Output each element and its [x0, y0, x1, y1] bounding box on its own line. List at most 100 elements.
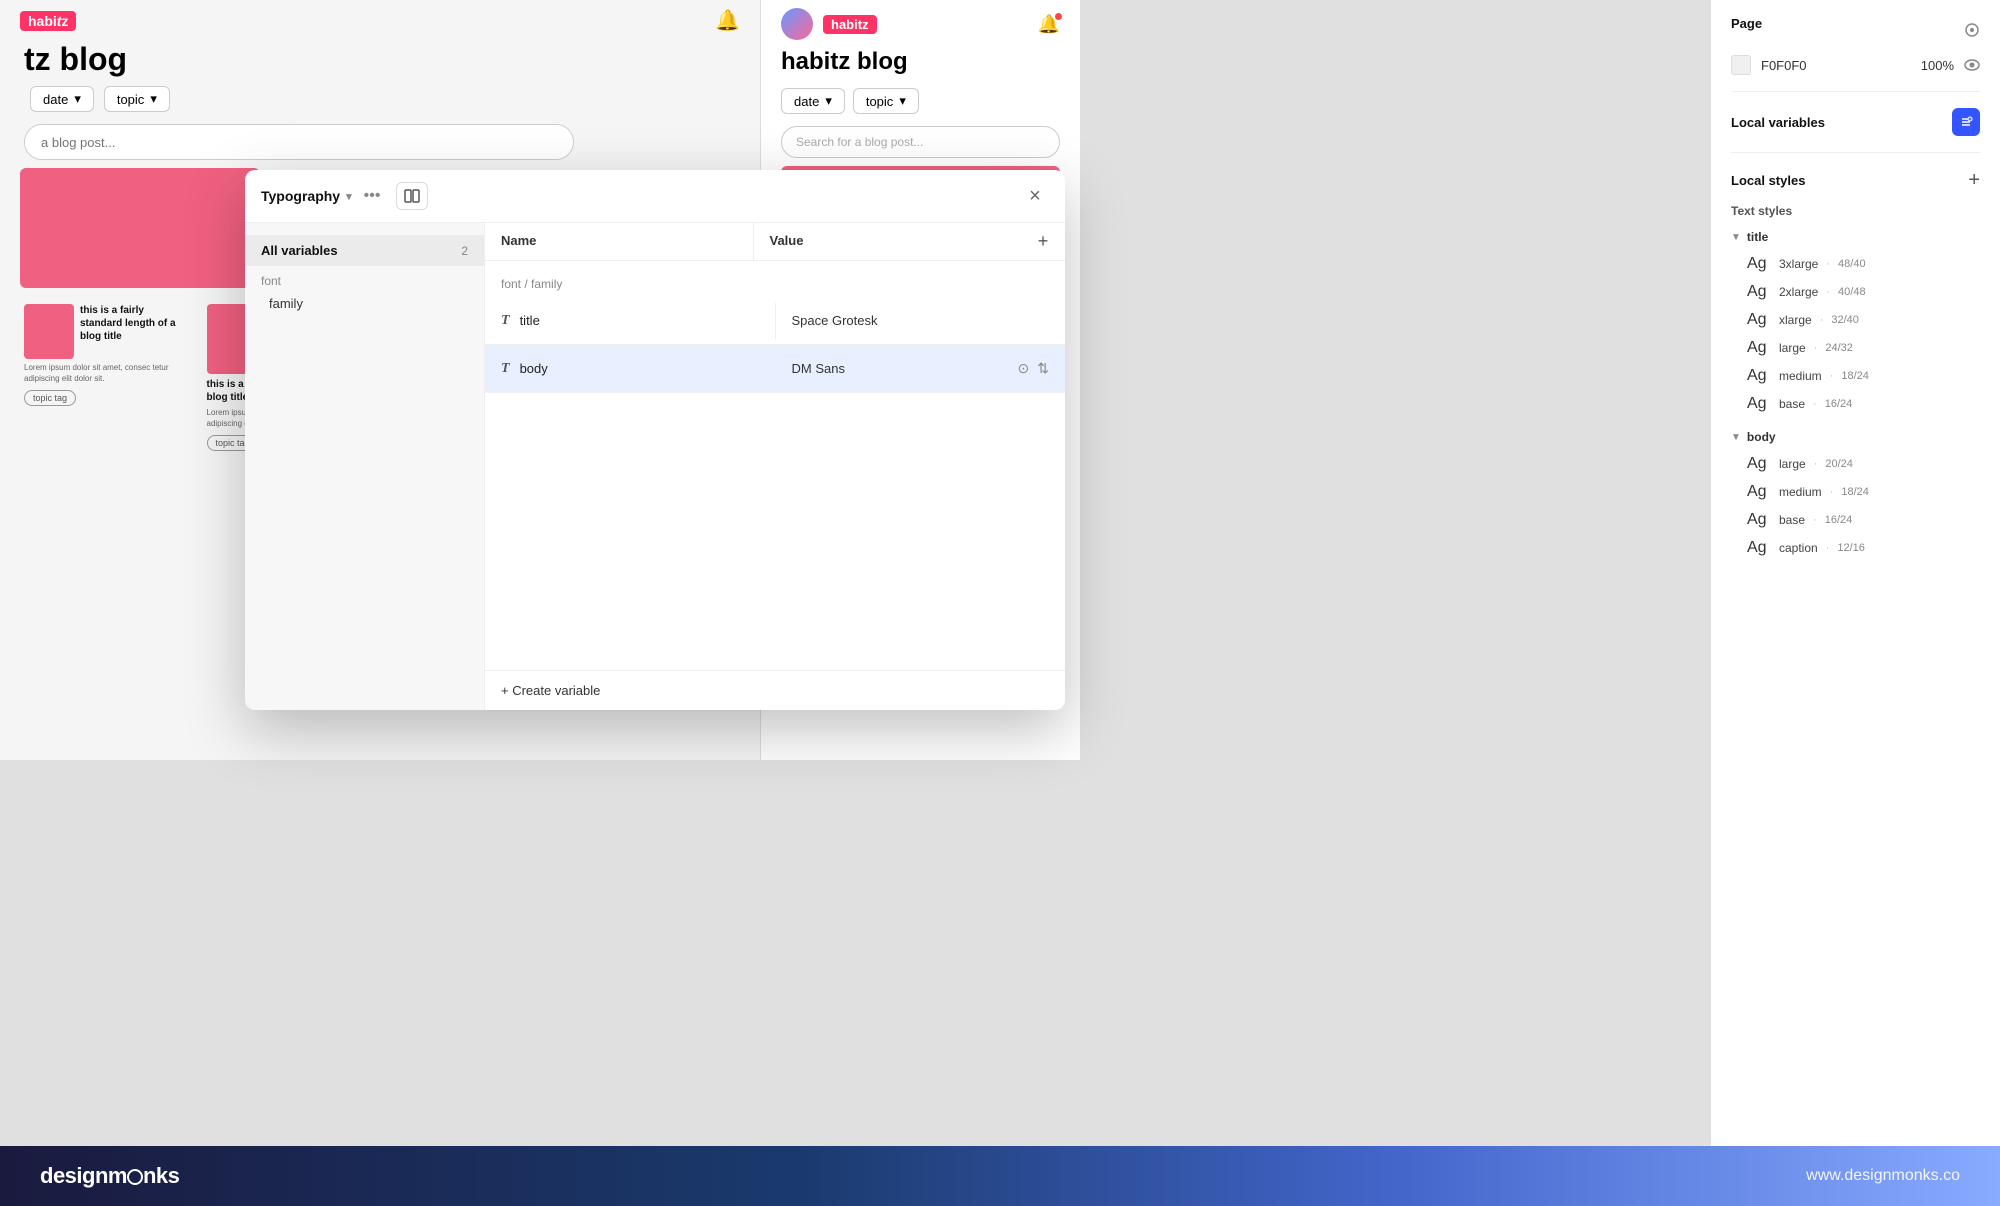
table-row-title[interactable]: T title Space Grotesk [485, 297, 1065, 345]
category-body[interactable]: ▼ body [1731, 426, 1980, 448]
left-top-bar: habitz 🔔 [0, 0, 760, 37]
modal-menu-dots[interactable]: ••• [364, 187, 381, 205]
style-large-title[interactable]: Ag large · 24/32 [1731, 334, 1980, 362]
ag-preview-medium-body: Ag [1747, 483, 1771, 501]
color-hex-label: F0F0F0 [1761, 58, 1807, 73]
style-value-large-title: 24/32 [1825, 342, 1853, 354]
chevron-body: ▼ [1731, 432, 1741, 443]
modal-sidebar: All variables 2 font family [245, 223, 485, 710]
search-bar-right[interactable]: Search for a blog post... [781, 126, 1060, 158]
card-image-1 [24, 304, 74, 359]
group-header-font-family: font / family [485, 261, 1065, 297]
style-label-caption-body: caption [1779, 541, 1818, 555]
style-medium-body[interactable]: Ag medium · 18/24 [1731, 478, 1980, 506]
divider-2 [1731, 152, 1980, 153]
page-settings-icon[interactable] [1964, 22, 1980, 38]
style-value-medium-body: 18/24 [1841, 486, 1869, 498]
style-base-title[interactable]: Ag base · 16/24 [1731, 390, 1980, 418]
ag-preview-large-body: Ag [1747, 455, 1771, 473]
ag-preview-2xlarge: Ag [1747, 283, 1771, 301]
style-3xlarge[interactable]: Ag 3xlarge · 48/40 [1731, 250, 1980, 278]
category-title-label: title [1747, 230, 1768, 244]
style-label-large-body: large [1779, 457, 1806, 471]
blog-title-right: habitz blog [761, 44, 1080, 84]
color-swatch[interactable] [1731, 55, 1751, 75]
style-label-xlarge: xlarge [1779, 313, 1812, 327]
style-2xlarge[interactable]: Ag 2xlarge · 40/48 [1731, 278, 1980, 306]
type-icon-body: T [501, 361, 510, 377]
row-settings-icon[interactable]: ⇅ [1037, 360, 1049, 377]
category-title[interactable]: ▼ title [1731, 226, 1980, 248]
ag-preview-caption-body: Ag [1747, 539, 1771, 557]
style-medium-title[interactable]: Ag medium · 18/24 [1731, 362, 1980, 390]
text-styles-section: Text styles [1731, 204, 1980, 218]
style-large-body[interactable]: Ag large · 20/24 [1731, 450, 1980, 478]
date-filter-right[interactable]: date ▾ [781, 88, 845, 114]
avatar-right [781, 8, 813, 40]
modal-title: Typography ▾ [261, 188, 352, 204]
date-filter-left[interactable]: date ▾ [30, 86, 94, 112]
style-value-caption-body: 12/16 [1837, 542, 1865, 554]
search-bar-left[interactable] [24, 124, 574, 160]
blog-card-1: this is a fairly standard length of a bl… [16, 296, 197, 459]
designmonks-url: www.designmonks.co [1806, 1167, 1960, 1185]
local-styles-title: Local styles [1731, 173, 1805, 188]
modal-layout-icon[interactable] [396, 182, 428, 210]
add-variable-button[interactable]: + [1021, 223, 1065, 260]
row-value-body: DM Sans ⊙ ⇅ [776, 350, 1066, 387]
page-label: Page [1731, 16, 1762, 31]
style-label-3xlarge: 3xlarge [1779, 257, 1818, 271]
modal-close-button[interactable]: × [1021, 182, 1049, 210]
style-value-large-body: 20/24 [1825, 458, 1853, 470]
modal-body: All variables 2 font family Name Value + [245, 223, 1065, 710]
canvas-background: habitz 🔔 tz blog date ▾ topic ▾ this is … [0, 0, 2000, 1146]
table-header: Name Value + [485, 223, 1065, 261]
table-body: font / family T title Space Grotesk [485, 261, 1065, 670]
bell-icon-left: 🔔 [715, 8, 740, 33]
filters-right: date ▾ topic ▾ [761, 84, 1080, 118]
sidebar-all-variables[interactable]: All variables 2 [245, 235, 484, 266]
page-section-header: Page [1731, 16, 1980, 43]
ag-preview-xlarge: Ag [1747, 311, 1771, 329]
style-base-body[interactable]: Ag base · 16/24 [1731, 506, 1980, 534]
topic-filter-right[interactable]: topic ▾ [853, 88, 919, 114]
style-value-2xlarge: 40/48 [1838, 286, 1866, 298]
filters-left: date ▾ topic ▾ [0, 82, 760, 116]
ag-preview-base-body: Ag [1747, 511, 1771, 529]
local-variables-title: Local variables [1731, 115, 1825, 130]
sidebar-subitem-family[interactable]: family [245, 290, 484, 317]
create-variable-button[interactable]: + Create variable [501, 683, 600, 698]
row-value-title: Space Grotesk [776, 303, 1066, 338]
style-value-3xlarge: 48/40 [1838, 258, 1866, 270]
table-row-body[interactable]: T body DM Sans ⊙ ⇅ [485, 345, 1065, 393]
style-label-2xlarge: 2xlarge [1779, 285, 1818, 299]
card-text-1: Lorem ipsum dolor sit amet, consec tetur… [24, 362, 189, 384]
style-value-base-body: 16/24 [1825, 514, 1853, 526]
row-name-body: T body [485, 351, 776, 387]
style-label-base-body: base [1779, 513, 1805, 527]
modal-footer: + Create variable [485, 670, 1065, 710]
row-scope-icon[interactable]: ⊙ [1018, 360, 1030, 377]
designmonks-logo: designmnks [40, 1163, 179, 1189]
visibility-icon[interactable] [1964, 57, 1980, 73]
search-placeholder-right: Search for a blog post... [796, 135, 923, 149]
modal-main: Name Value + font / family T t [485, 223, 1065, 710]
row-actions-body: ⊙ ⇅ [1018, 360, 1049, 377]
style-caption-body[interactable]: Ag caption · 12/16 [1731, 534, 1980, 562]
topic-filter-left[interactable]: topic ▾ [104, 86, 170, 112]
local-styles-header: Local styles + [1731, 169, 1980, 192]
add-style-button[interactable]: + [1968, 169, 1980, 192]
bottom-bar: designmnks www.designmonks.co [0, 1146, 2000, 1206]
ag-preview-medium-title: Ag [1747, 367, 1771, 385]
local-variables-button[interactable] [1952, 108, 1980, 136]
feature-image-large [20, 168, 260, 288]
local-variables-header: Local variables [1731, 108, 1980, 136]
style-dot-3xlarge: · [1826, 258, 1830, 270]
search-input-left[interactable] [25, 125, 573, 159]
o-icon [127, 1169, 143, 1185]
style-xlarge[interactable]: Ag xlarge · 32/40 [1731, 306, 1980, 334]
right-sidebar: Page F0F0F0 100% Local variables Loc [1710, 0, 2000, 1206]
blog-title-left: tz blog [0, 37, 760, 82]
category-body-label: body [1747, 430, 1776, 444]
bell-icon-right: 🔔 [1038, 14, 1060, 35]
